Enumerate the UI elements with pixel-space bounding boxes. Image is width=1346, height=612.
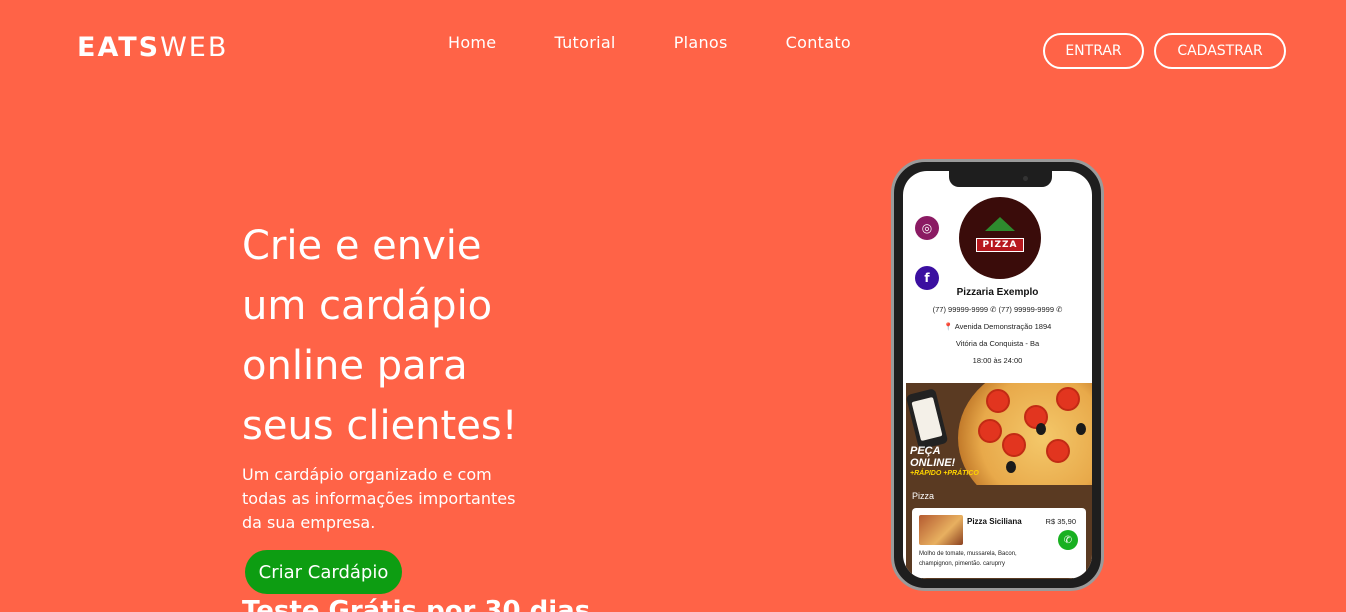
hero-title: Crie e envie um cardápio online para seu… — [242, 216, 562, 456]
nav-tutorial[interactable]: Tutorial — [554, 33, 615, 52]
menu-section: Pizza Pizza Siciliana R$ 35,90 Molho de … — [906, 485, 1092, 579]
hero-subtitle-line: Um cardápio organizado e com — [242, 465, 492, 484]
hero-subtitle-line: da sua empresa. — [242, 513, 376, 532]
restaurant-hours: 18:00 às 24:00 — [972, 356, 1023, 365]
logo-light: WEB — [160, 32, 229, 63]
logo-badge: PIZZA — [976, 238, 1024, 252]
olive — [1006, 461, 1016, 473]
tomato-slice — [986, 389, 1010, 413]
nav-home[interactable]: Home — [448, 33, 496, 52]
hero-title-line: um cardápio — [242, 283, 493, 329]
auth-buttons: ENTRAR CADASTRAR — [1043, 33, 1286, 69]
create-menu-button[interactable]: Criar Cardápio — [245, 550, 402, 594]
tomato-slice — [1046, 439, 1070, 463]
address-text: Avenida Demonstração 1894 — [954, 322, 1052, 331]
camera-icon — [1023, 176, 1028, 181]
main-nav: Home Tutorial Planos Contato — [448, 33, 909, 52]
logo[interactable]: EATSWEB — [77, 32, 228, 63]
logo-bold: EATS — [77, 32, 161, 63]
phone-screen: ◎ f PIZZA Pizzaria Exemplo (77) 99999-99… — [903, 171, 1092, 579]
promo-banner: PEÇA ONLINE! +RÁPIDO +PRÁTICO — [906, 383, 1092, 485]
signup-button[interactable]: CADASTRAR — [1154, 33, 1286, 69]
olive — [1076, 423, 1086, 435]
tomato-slice — [1056, 387, 1080, 411]
hero-subtitle: Um cardápio organizado e com todas as in… — [242, 463, 532, 535]
banner-headline: PEÇA ONLINE! — [910, 445, 956, 469]
section-title: Pizza — [912, 491, 935, 501]
phone-mockup: ◎ f PIZZA Pizzaria Exemplo (77) 99999-99… — [891, 159, 1104, 591]
item-description: Molho de tomate, mussarela, Bacon, champ… — [919, 551, 1017, 567]
restaurant-address: 📍 Avenida Demonstração 1894 — [903, 322, 1092, 331]
instagram-icon[interactable]: ◎ — [915, 216, 939, 240]
logo-roof-shape — [985, 217, 1015, 231]
nav-contato[interactable]: Contato — [786, 33, 851, 52]
restaurant-city: Vitória da Conquista - Ba — [955, 339, 1040, 348]
item-price: R$ 35,90 — [1045, 517, 1076, 526]
hero-title-line: Crie e envie — [242, 223, 482, 269]
restaurant-phones: (77) 99999-9999 ✆ (77) 99999-9999 ✆ — [932, 305, 1063, 314]
restaurant-logo: PIZZA — [959, 197, 1041, 279]
restaurant-name: Pizzaria Exemplo — [956, 287, 1039, 298]
location-pin-icon: 📍 — [943, 322, 954, 331]
nav-planos[interactable]: Planos — [674, 33, 728, 52]
tomato-slice — [978, 419, 1002, 443]
hero-title-line: online para — [242, 343, 468, 389]
menu-item-card[interactable]: Pizza Siciliana R$ 35,90 Molho de tomate… — [912, 508, 1086, 578]
tomato-slice — [1002, 433, 1026, 457]
olive — [1036, 423, 1046, 435]
free-trial-text: Teste Grátis por 30 dias — [242, 596, 591, 612]
phone-notch — [949, 171, 1052, 187]
item-thumbnail — [919, 515, 963, 545]
hero-title-line: seus clientes! — [242, 403, 518, 449]
login-button[interactable]: ENTRAR — [1043, 33, 1144, 69]
whatsapp-icon[interactable]: ✆ — [1058, 530, 1078, 550]
mini-phone-image — [906, 388, 949, 450]
item-name: Pizza Siciliana — [967, 517, 1022, 526]
banner-tagline: +RÁPIDO +PRÁTICO — [910, 470, 979, 477]
hero-subtitle-line: todas as informações importantes — [242, 489, 516, 508]
